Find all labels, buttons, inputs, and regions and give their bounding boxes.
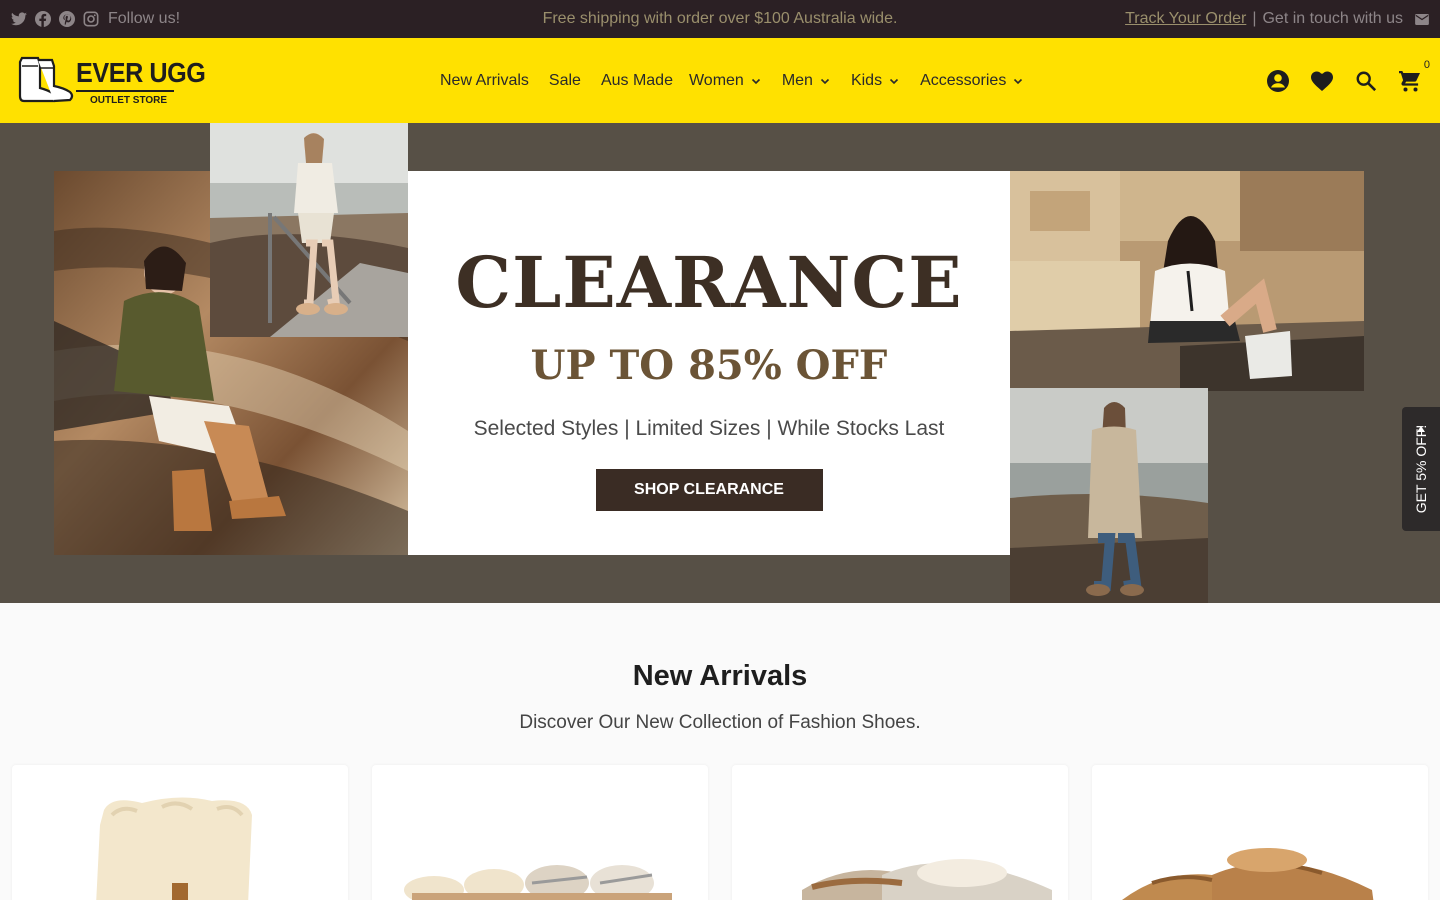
- announcement-bar: Follow us! Free shipping with order over…: [0, 0, 1440, 38]
- nav-item-aus-made[interactable]: Aus Made: [601, 72, 673, 90]
- topbar-links: Track Your Order | Get in touch with us: [1125, 0, 1429, 38]
- product-image-chestnut-slippers: [1122, 848, 1374, 900]
- logo-brand-text: EVER UGG: [76, 56, 206, 88]
- instagram-icon[interactable]: [83, 11, 99, 27]
- nav-label: Sale: [548, 71, 581, 89]
- nav-item-sale[interactable]: Sale: [549, 72, 581, 90]
- nav-item-accessories[interactable]: Accessories: [920, 72, 1024, 90]
- hero-photo-walkway-woman: [210, 123, 408, 337]
- new-arrivals-subtitle: Discover Our New Collection of Fashion S…: [519, 712, 921, 733]
- nav-item-men[interactable]: Men: [782, 72, 831, 90]
- nav-label: New Arrivals: [440, 71, 529, 89]
- wishlist-heart-icon[interactable]: [1310, 69, 1334, 93]
- shop-clearance-button[interactable]: SHOP CLEARANCE: [595, 469, 823, 511]
- nav-item-kids[interactable]: Kids: [851, 72, 900, 90]
- new-arrivals-title: New Arrivals: [632, 660, 808, 692]
- cart-icon[interactable]: 0: [1398, 59, 1430, 93]
- hero-photo-sitting-woman: [1010, 171, 1364, 391]
- nav-label: Accessories: [920, 71, 1007, 89]
- nav-item-new-arrivals[interactable]: New Arrivals: [440, 72, 529, 90]
- cart-count-badge: 0: [1423, 58, 1430, 71]
- chevron-down-icon: [888, 75, 900, 87]
- product-card[interactable]: [1092, 765, 1428, 900]
- product-card[interactable]: [732, 765, 1068, 900]
- discount-tab-label: GET 5% OFF!: [1413, 424, 1429, 514]
- facebook-icon[interactable]: [35, 11, 51, 27]
- caret-up-icon: [1417, 419, 1425, 437]
- logo-rule: [76, 89, 174, 92]
- track-order-link[interactable]: Track Your Order: [1125, 10, 1246, 28]
- account-icon[interactable]: [1266, 69, 1290, 93]
- nav-label: Women: [688, 71, 744, 89]
- nav-label: Kids: [850, 71, 883, 89]
- search-icon[interactable]: [1354, 69, 1378, 93]
- twitter-icon[interactable]: [11, 11, 27, 27]
- get-discount-tab[interactable]: GET 5% OFF!: [1402, 407, 1440, 531]
- product-image-fluffy-bag: [96, 797, 252, 900]
- mail-icon[interactable]: [1415, 13, 1429, 25]
- topbar-separator: |: [1252, 10, 1257, 27]
- chevron-down-icon: [750, 75, 762, 87]
- chevron-down-icon: [1012, 75, 1024, 87]
- hero-headline: CLEARANCE: [455, 241, 963, 324]
- nav-label: Men: [781, 71, 813, 89]
- boot-logo-icon: [18, 54, 74, 109]
- site-header: EVER UGG OUTLET STORE New Arrivals Sale …: [0, 38, 1440, 123]
- main-nav: New Arrivals Sale Aus Made Women Men Kid…: [440, 38, 1044, 123]
- chevron-down-icon: [819, 75, 831, 87]
- store-logo[interactable]: EVER UGG OUTLET STORE: [18, 54, 220, 109]
- hero-tagline: Selected Styles | Limited Sizes | While …: [473, 417, 945, 440]
- contact-link[interactable]: Get in touch with us: [1262, 10, 1403, 28]
- follow-us-label: Follow us!: [108, 10, 181, 27]
- header-icons: 0: [1266, 38, 1430, 123]
- clearance-promo-card: CLEARANCE UP TO 85% OFF Selected Styles …: [408, 171, 1010, 555]
- product-card[interactable]: [12, 765, 348, 900]
- hero-photo-beach-woman: [1010, 388, 1208, 603]
- hero-subline: UP TO 85% OFF: [530, 342, 888, 389]
- product-image-tasman-slippers: [802, 859, 1052, 900]
- nav-label: Aus Made: [600, 71, 673, 89]
- product-card[interactable]: [372, 765, 708, 900]
- product-image-slippers-row: [404, 865, 672, 900]
- pinterest-icon[interactable]: [59, 11, 75, 27]
- nav-item-women[interactable]: Women: [689, 72, 762, 90]
- logo-sub-text: OUTLET STORE: [90, 94, 168, 106]
- hero-banner[interactable]: CLEARANCE UP TO 85% OFF Selected Styles …: [0, 123, 1440, 603]
- social-links: Follow us!: [11, 0, 180, 38]
